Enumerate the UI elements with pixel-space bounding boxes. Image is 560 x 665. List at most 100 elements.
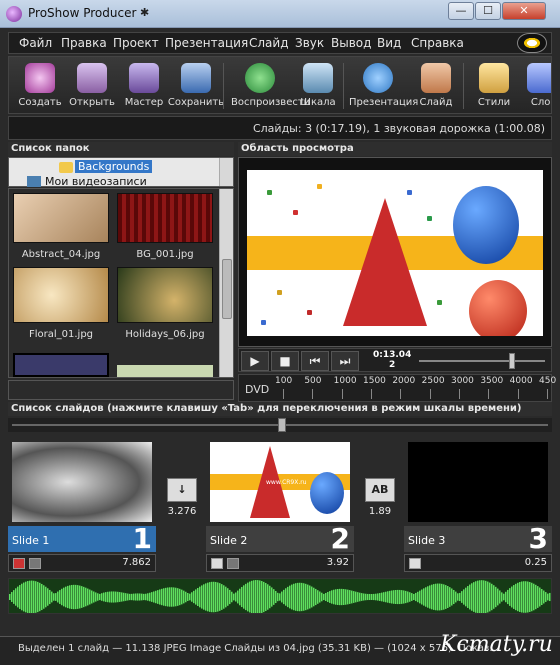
waveform-bar bbox=[509, 588, 511, 606]
waveform-bar bbox=[391, 590, 393, 604]
waveform-bar bbox=[99, 593, 101, 601]
waveform-bar bbox=[173, 587, 175, 607]
slide-button[interactable]: Слайд bbox=[407, 59, 465, 113]
slide-3-thumbnail bbox=[408, 442, 548, 522]
waveform-bar bbox=[449, 587, 451, 607]
minimize-button[interactable]: — bbox=[448, 2, 474, 20]
output-format-label: DVD bbox=[245, 383, 270, 396]
slide-card-3[interactable]: Slide 3 3 0.25 bbox=[404, 438, 552, 572]
close-button[interactable]: ✕ bbox=[502, 2, 546, 20]
maximize-button[interactable]: ☐ bbox=[475, 2, 501, 20]
preview-header: Область просмотра bbox=[238, 142, 552, 156]
play-control-icon[interactable]: ▶ bbox=[241, 351, 269, 371]
save-button[interactable]: Сохранить bbox=[167, 59, 225, 113]
waveform-bar bbox=[537, 586, 539, 608]
waveform-bar bbox=[97, 593, 99, 601]
transition-2[interactable]: AB 1.89 bbox=[360, 478, 400, 517]
transition-2-icon[interactable]: AB bbox=[365, 478, 395, 502]
pin-icon[interactable]: ✱ bbox=[140, 6, 149, 19]
presentation-button[interactable]: Презентация bbox=[349, 59, 418, 113]
slide-2-duration[interactable]: 3.92 bbox=[327, 557, 349, 568]
waveform-bar bbox=[73, 584, 75, 610]
slide-card-1[interactable]: Slide 1 1 7.862 bbox=[8, 438, 156, 572]
waveform-bar bbox=[295, 583, 297, 611]
pause-icon[interactable] bbox=[13, 558, 25, 569]
slide-3-duration[interactable]: 0.25 bbox=[525, 557, 547, 568]
menu-project[interactable]: Проект bbox=[113, 36, 159, 50]
waveform-bar bbox=[417, 591, 419, 603]
audio-track-waveform[interactable] bbox=[8, 578, 552, 614]
slide-1-duration[interactable]: 7.862 bbox=[122, 557, 151, 568]
slide-1-name: Slide 1 bbox=[12, 534, 50, 547]
file-thumb[interactable]: Holidays_06.jpg bbox=[117, 267, 213, 340]
waveform-bar bbox=[53, 593, 55, 601]
menu-file[interactable]: Файл bbox=[19, 36, 52, 50]
slide-card-2[interactable]: www.CR9X.ru Slide 2 2 3.92 bbox=[206, 438, 354, 572]
waveform-bar bbox=[249, 581, 251, 613]
waveform-bar bbox=[333, 589, 335, 605]
file-browser-scrollbar[interactable] bbox=[219, 189, 233, 377]
confetti-dot bbox=[267, 190, 272, 195]
waveform-bar bbox=[95, 592, 97, 602]
create-button[interactable]: Создать bbox=[11, 59, 69, 113]
previous-control-icon[interactable]: ⏮ bbox=[301, 351, 329, 371]
toolbar-separator bbox=[463, 63, 464, 109]
folder-node-my-videos[interactable]: Мои видеозаписи bbox=[45, 175, 147, 188]
menu-view[interactable]: Вид bbox=[377, 36, 401, 50]
timeline-button[interactable]: Шкала bbox=[289, 59, 347, 113]
file-thumb-selected[interactable] bbox=[13, 353, 109, 377]
play-small-icon[interactable] bbox=[211, 558, 223, 569]
globe-icon bbox=[363, 63, 393, 93]
waveform-bar bbox=[471, 583, 473, 611]
file-browser-footer bbox=[8, 380, 234, 400]
waveform-bar bbox=[27, 581, 29, 613]
waveform-bar bbox=[335, 589, 337, 605]
waveform-bar bbox=[191, 592, 193, 602]
waveform-bar bbox=[251, 580, 253, 613]
open-button[interactable]: Открыть bbox=[63, 59, 121, 113]
layers-button[interactable]: Слоі bbox=[513, 59, 551, 113]
ruler-tick-label: 2500 bbox=[421, 376, 445, 386]
slide-zoom-knob[interactable] bbox=[278, 418, 286, 432]
stop-control-icon[interactable]: ■ bbox=[271, 351, 299, 371]
waveform-bar bbox=[275, 590, 277, 604]
wizard-button[interactable]: Мастер bbox=[115, 59, 173, 113]
menu-slide[interactable]: Слайд bbox=[249, 36, 289, 50]
slide-zoom-slider[interactable] bbox=[8, 418, 552, 432]
waveform-bar bbox=[479, 580, 481, 613]
playback-progress-knob[interactable] bbox=[509, 353, 516, 369]
window-titlebar: ProShow Producer ✱ — ☐ ✕ bbox=[0, 0, 560, 28]
folder-tree-scrollbar[interactable] bbox=[219, 158, 233, 186]
waveform-bar bbox=[459, 592, 461, 602]
waveform-bar bbox=[111, 591, 113, 603]
next-control-icon[interactable]: ⏭ bbox=[331, 351, 359, 371]
menu-help[interactable]: Справка bbox=[411, 36, 464, 50]
file-thumb[interactable]: Abstract_04.jpg bbox=[13, 193, 109, 260]
file-thumb[interactable]: Floral_01.jpg bbox=[13, 267, 109, 340]
transition-1[interactable]: ↓ 3.276 bbox=[162, 478, 202, 517]
transition-2-duration[interactable]: 1.89 bbox=[360, 506, 400, 517]
folder-list-header: Список папок bbox=[8, 142, 234, 156]
menu-sound[interactable]: Звук bbox=[295, 36, 324, 50]
ruler-tick bbox=[547, 389, 548, 399]
slide-icon bbox=[421, 63, 451, 93]
play-button[interactable]: Воспроизвести bbox=[231, 59, 310, 113]
menu-edit[interactable]: Правка bbox=[61, 36, 107, 50]
menu-presentation[interactable]: Презентация bbox=[165, 36, 248, 50]
waveform-bar bbox=[465, 587, 467, 607]
file-thumb-partial[interactable] bbox=[117, 365, 213, 377]
folder-node-backgrounds[interactable]: Backgrounds bbox=[75, 160, 153, 173]
play-small-icon[interactable] bbox=[409, 558, 421, 569]
waveform-bar bbox=[209, 582, 211, 612]
transition-1-icon[interactable]: ↓ bbox=[167, 478, 197, 502]
waveform-bar bbox=[39, 582, 41, 612]
scrollbar-thumb[interactable] bbox=[222, 259, 232, 319]
menu-output[interactable]: Вывод bbox=[331, 36, 371, 50]
waveform-svg bbox=[9, 580, 551, 613]
slide-2-info: 3.92 bbox=[206, 554, 354, 572]
waveform-bar bbox=[127, 593, 129, 601]
transition-1-duration[interactable]: 3.276 bbox=[162, 506, 202, 517]
playback-progress-track[interactable] bbox=[419, 360, 545, 362]
waveform-bar bbox=[193, 590, 195, 604]
file-thumb[interactable]: BG_001.jpg bbox=[117, 193, 213, 260]
